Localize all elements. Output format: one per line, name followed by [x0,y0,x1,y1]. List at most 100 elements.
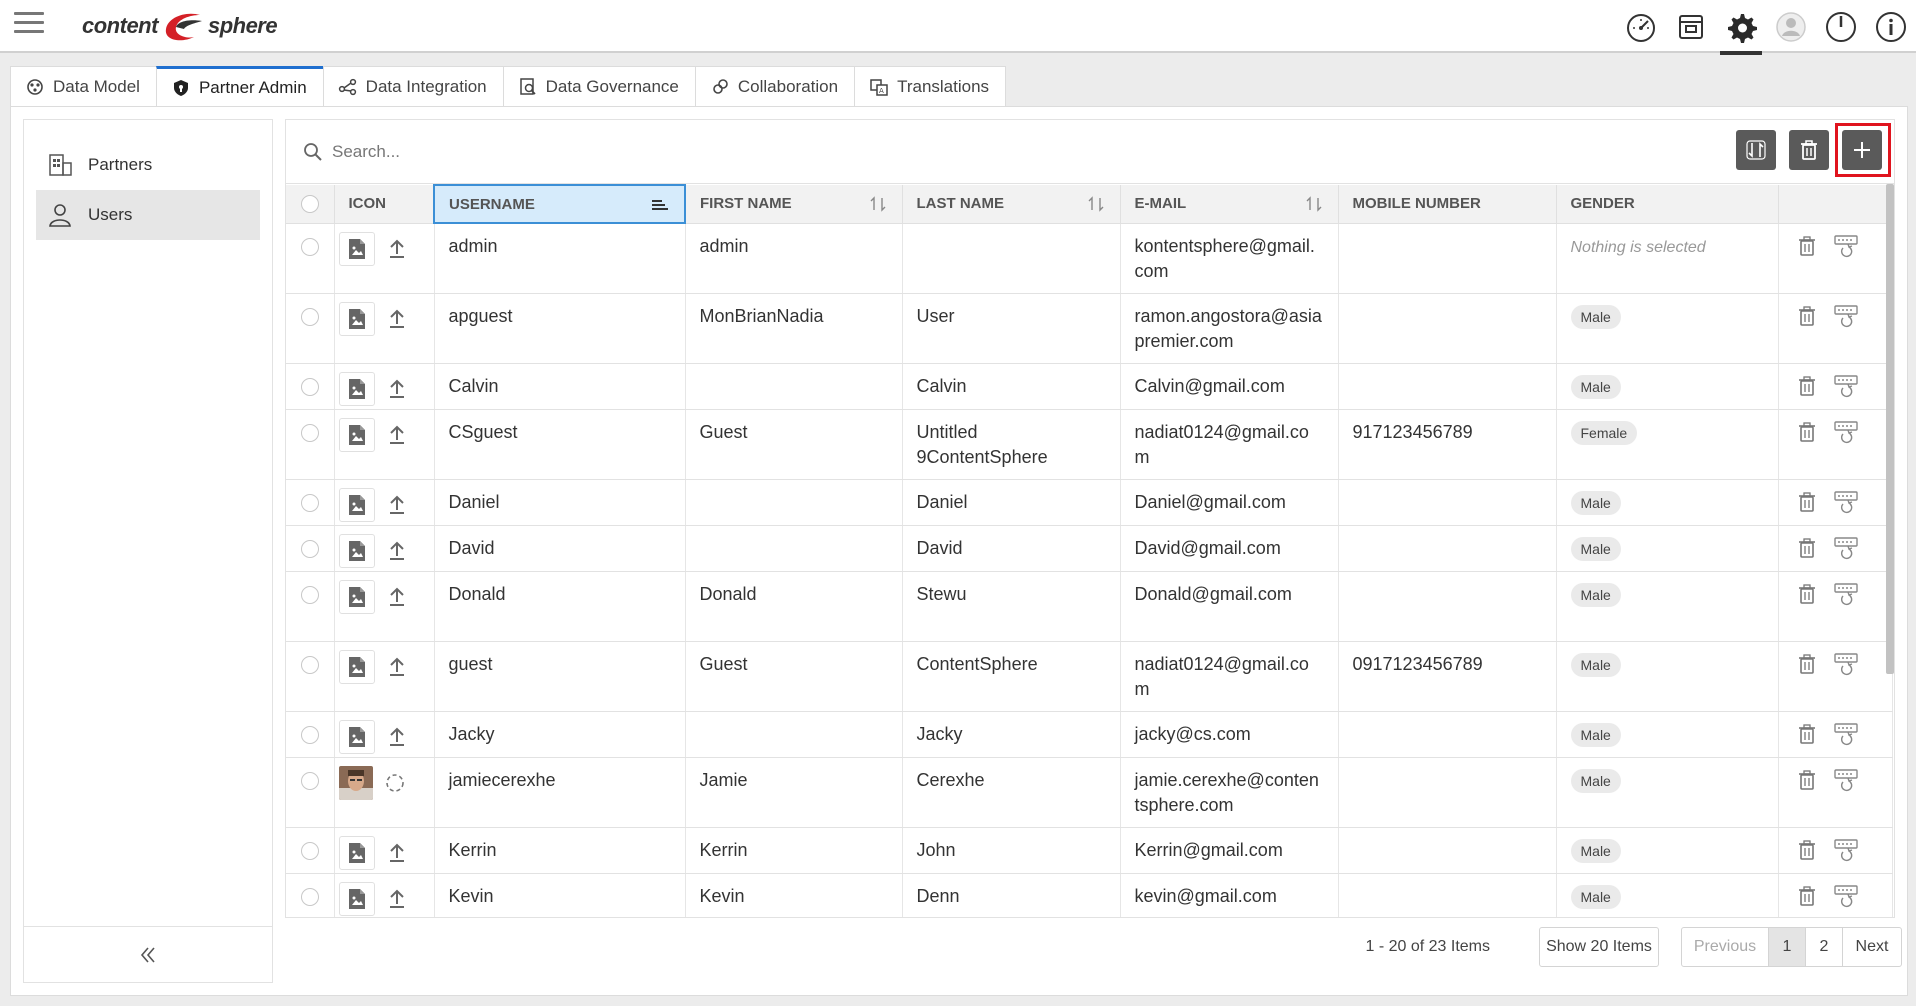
reset-password-icon[interactable] [1833,884,1859,908]
image-placeholder-icon[interactable] [338,371,375,406]
upload-icon[interactable] [385,493,409,517]
upload-icon[interactable] [385,237,409,261]
tab-data-governance[interactable]: Data Governance [502,66,696,106]
image-placeholder-icon[interactable] [338,487,375,522]
first-name-cell[interactable] [685,525,903,572]
sort-icon[interactable] [1304,194,1324,214]
archive-box-icon[interactable] [1666,0,1716,53]
sort-icon[interactable] [1086,194,1106,214]
last-name-cell[interactable]: Calvin [902,363,1121,410]
mobile-number-cell[interactable] [1338,873,1557,917]
upload-icon[interactable] [385,377,409,401]
table-row[interactable]: apguest MonBrianNadia User ramon.angostora@… [286,293,1893,364]
row-select-checkbox[interactable] [300,539,319,558]
mobile-number-cell[interactable] [1338,571,1557,642]
image-placeholder-icon[interactable] [338,301,375,336]
table-row[interactable]: Daniel Daniel Daniel@gmail.com Male [286,479,1893,526]
first-name-cell[interactable]: Kerrin [685,827,903,874]
table-row[interactable]: guest Guest ContentSphere nadiat0124@gmail.… [286,641,1893,712]
row-select-checkbox[interactable] [300,423,319,442]
row-delete-icon[interactable] [1797,769,1817,791]
first-name-cell[interactable]: Donald [685,571,903,642]
email-cell[interactable]: Daniel@gmail.com [1120,479,1339,526]
email-cell[interactable]: Calvin@gmail.com [1120,363,1339,410]
row-delete-icon[interactable] [1797,305,1817,327]
last-name-cell[interactable]: Untitled 9ContentSphere [902,409,1121,480]
gender-badge[interactable]: Male [1570,582,1621,607]
table-row[interactable]: admin admin kontentsphere@gmail.com Nothing… [286,223,1893,294]
email-cell[interactable]: nadiat0124@gmail.com [1120,409,1339,480]
mobile-number-cell[interactable] [1338,827,1557,874]
row-delete-icon[interactable] [1797,491,1817,513]
row-delete-icon[interactable] [1797,537,1817,559]
first-name-cell[interactable]: Jamie [685,757,903,828]
user-avatar-icon[interactable] [1766,0,1816,53]
last-name-cell[interactable] [902,223,1121,294]
image-placeholder-icon[interactable] [338,231,375,266]
row-delete-icon[interactable] [1797,421,1817,443]
mobile-number-cell[interactable] [1338,525,1557,572]
tab-data-integration[interactable]: Data Integration [322,66,504,106]
row-select-checkbox[interactable] [300,771,319,790]
first-name-cell[interactable] [685,363,903,410]
gender-badge[interactable]: Female [1570,420,1638,445]
page-1-button[interactable]: 1 [1768,927,1806,967]
reset-password-icon[interactable] [1833,420,1859,444]
reset-password-icon[interactable] [1833,838,1859,862]
last-name-cell[interactable]: Denn [902,873,1121,917]
email-cell[interactable]: ramon.angostora@asiapremier.com [1120,293,1339,364]
mobile-number-cell[interactable] [1338,293,1557,364]
first-name-cell[interactable] [685,479,903,526]
gender-badge[interactable]: Male [1570,536,1621,561]
username-cell[interactable]: Donald [434,571,686,642]
username-cell[interactable]: Kevin [434,873,686,917]
hamburger-menu-icon[interactable] [14,12,44,34]
reset-password-icon[interactable] [1833,582,1859,606]
last-name-cell[interactable]: David [902,525,1121,572]
table-row[interactable]: Donald Donald Stewu Donald@gmail.com Male [286,571,1893,642]
username-cell[interactable]: guest [434,641,686,712]
first-name-cell[interactable]: Guest [685,641,903,712]
email-cell[interactable]: Donald@gmail.com [1120,571,1339,642]
select-all-checkbox[interactable] [300,194,319,213]
email-cell[interactable]: Kerrin@gmail.com [1120,827,1339,874]
mobile-number-cell[interactable] [1338,711,1557,758]
mobile-number-cell[interactable] [1338,223,1557,294]
gender-badge[interactable]: Male [1570,768,1621,793]
image-placeholder-icon[interactable] [338,579,375,614]
table-row[interactable]: Kevin Kevin Denn kevin@gmail.com Male [286,873,1893,917]
last-name-cell[interactable]: ContentSphere [902,641,1121,712]
gender-badge[interactable]: Male [1570,652,1621,677]
row-delete-icon[interactable] [1797,235,1817,257]
reset-password-icon[interactable] [1833,234,1859,258]
page-2-button[interactable]: 2 [1805,927,1843,967]
column-header-first-name[interactable]: FIRST NAME [685,185,903,224]
reset-password-icon[interactable] [1833,374,1859,398]
previous-page-button[interactable]: Previous [1681,927,1769,967]
last-name-cell[interactable]: Cerexhe [902,757,1121,828]
image-placeholder-icon[interactable] [338,417,375,452]
sidebar-item-users[interactable]: Users [36,190,260,240]
row-select-checkbox[interactable] [300,655,319,674]
table-row[interactable]: jamiecerexhe Jamie Cerexhe jamie.cerexhe@co… [286,757,1893,828]
mobile-number-cell[interactable]: 0917123456789 [1338,641,1557,712]
sort-active-icon[interactable] [650,195,670,215]
reset-password-icon[interactable] [1833,536,1859,560]
image-placeholder-icon[interactable] [338,649,375,684]
row-delete-icon[interactable] [1797,885,1817,907]
username-cell[interactable]: David [434,525,686,572]
gender-badge[interactable]: Male [1570,722,1621,747]
email-cell[interactable]: kevin@gmail.com [1120,873,1339,917]
table-row[interactable]: Kerrin Kerrin John Kerrin@gmail.com Male [286,827,1893,874]
last-name-cell[interactable]: John [902,827,1121,874]
last-name-cell[interactable]: Daniel [902,479,1121,526]
column-header-email[interactable]: E-MAIL [1120,185,1339,224]
collapse-sidebar-button[interactable] [24,926,272,982]
mobile-number-cell[interactable] [1338,757,1557,828]
email-cell[interactable]: David@gmail.com [1120,525,1339,572]
upload-icon[interactable] [385,841,409,865]
upload-icon[interactable] [385,307,409,331]
mobile-number-cell[interactable] [1338,363,1557,410]
email-cell[interactable]: kontentsphere@gmail.com [1120,223,1339,294]
dashboard-gauge-icon[interactable] [1616,0,1666,53]
